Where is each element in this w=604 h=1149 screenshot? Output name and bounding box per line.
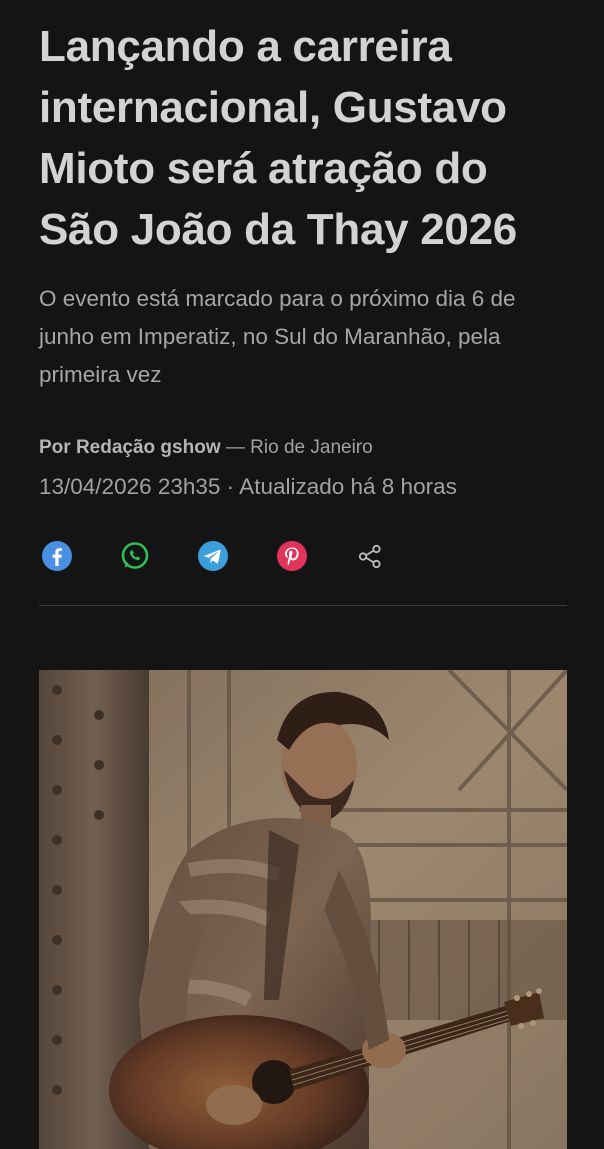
pinterest-icon (277, 541, 307, 571)
share-icon (358, 544, 381, 569)
divider (39, 605, 567, 606)
byline-author[interactable]: Por Redação gshow (39, 437, 221, 458)
article-headline: Lançando a carreira internacional, Gusta… (39, 22, 517, 254)
article-subtitle: O evento está marcado para o próximo dia… (39, 286, 516, 387)
byline-separator: — (220, 437, 251, 458)
byline: Por Redação gshow — Rio de Janeiro (39, 436, 567, 460)
article: Lançando a carreira internacional, Gusta… (39, 0, 567, 1149)
article-photo[interactable] (39, 670, 567, 1149)
facebook-share-button[interactable] (41, 540, 73, 572)
guitarist-photo (39, 670, 567, 1149)
facebook-icon (42, 541, 72, 571)
telegram-icon (198, 541, 228, 571)
byline-location: Rio de Janeiro (250, 437, 373, 458)
whatsapp-icon (121, 542, 149, 569)
dateline: 13/04/2026 23h35 · Atualizado há 8 horas (39, 474, 457, 499)
share-bar (39, 536, 567, 576)
share-button[interactable] (354, 540, 386, 572)
telegram-share-button[interactable] (197, 540, 229, 572)
pinterest-share-button[interactable] (276, 540, 308, 572)
whatsapp-share-button[interactable] (119, 540, 151, 572)
